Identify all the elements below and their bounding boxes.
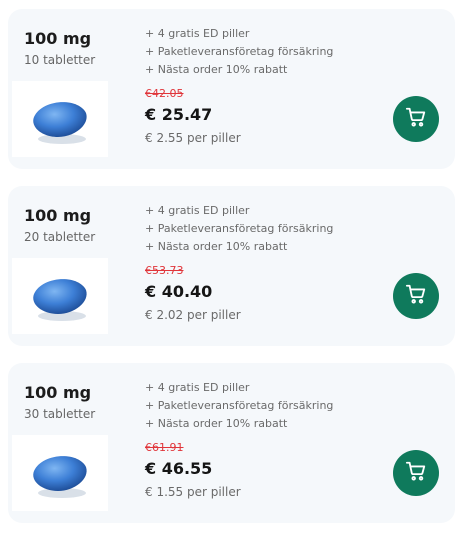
price: € 40.40 xyxy=(145,282,213,301)
shopping-cart-icon xyxy=(405,106,427,132)
offer-card: 100 mg 10 tabletter + 4 gratis ED piller… xyxy=(8,9,455,169)
tablet-count: 10 tabletter xyxy=(24,53,96,67)
offer-card: 100 mg 20 tabletter + 4 gratis ED piller… xyxy=(8,186,455,346)
add-to-cart-button[interactable] xyxy=(393,96,439,142)
pill-image xyxy=(12,435,108,511)
dose-label: 100 mg xyxy=(24,383,92,402)
per-pill-price: € 2.55 per piller xyxy=(145,131,241,145)
per-pill-price: € 1.55 per piller xyxy=(145,485,241,499)
old-price: €61.91 xyxy=(145,441,184,454)
benefit-item: + Paketleveransföretag försäkring xyxy=(145,399,334,412)
benefit-item: + 4 gratis ED piller xyxy=(145,381,250,394)
add-to-cart-button[interactable] xyxy=(393,273,439,319)
shopping-cart-icon xyxy=(405,460,427,486)
pill-image xyxy=(12,81,108,157)
dose-label: 100 mg xyxy=(24,206,92,225)
old-price: €53.73 xyxy=(145,264,184,277)
benefit-item: + Paketleveransföretag försäkring xyxy=(145,222,334,235)
benefit-item: + 4 gratis ED piller xyxy=(145,27,250,40)
benefit-item: + Nästa order 10% rabatt xyxy=(145,63,288,76)
benefit-item: + Paketleveransföretag försäkring xyxy=(145,45,334,58)
per-pill-price: € 2.02 per piller xyxy=(145,308,241,322)
benefit-item: + 4 gratis ED piller xyxy=(145,204,250,217)
dose-label: 100 mg xyxy=(24,29,92,48)
price: € 25.47 xyxy=(145,105,213,124)
pill-image xyxy=(12,258,108,334)
offer-card: 100 mg 30 tabletter + 4 gratis ED piller… xyxy=(8,363,455,523)
tablet-count: 30 tabletter xyxy=(24,407,96,421)
shopping-cart-icon xyxy=(405,283,427,309)
benefit-item: + Nästa order 10% rabatt xyxy=(145,417,288,430)
benefits-list: + 4 gratis ED piller + Paketleveransföre… xyxy=(145,202,333,256)
price: € 46.55 xyxy=(145,459,213,478)
old-price: €42.05 xyxy=(145,87,184,100)
benefits-list: + 4 gratis ED piller + Paketleveransföre… xyxy=(145,25,333,79)
tablet-count: 20 tabletter xyxy=(24,230,96,244)
benefits-list: + 4 gratis ED piller + Paketleveransföre… xyxy=(145,379,333,433)
add-to-cart-button[interactable] xyxy=(393,450,439,496)
benefit-item: + Nästa order 10% rabatt xyxy=(145,240,288,253)
